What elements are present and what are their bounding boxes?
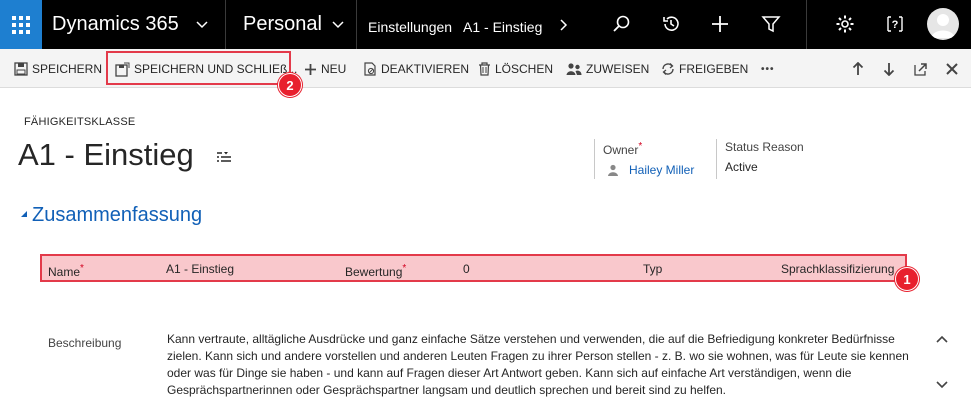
type-field-value[interactable]: Sprachklassifizierung — [781, 262, 894, 276]
save-and-close-highlight — [106, 51, 291, 85]
section-summary-toggle[interactable]: Zusammenfassung — [19, 203, 202, 227]
save-label: SPEICHERN — [32, 62, 103, 76]
name-field-value[interactable]: A1 - Einstieg — [166, 262, 234, 276]
plus-icon[interactable] — [708, 12, 732, 36]
owner-field[interactable]: Owner* Hailey Miller — [594, 139, 698, 179]
app-title[interactable]: Dynamics 365 — [52, 12, 179, 36]
more-commands-button[interactable]: ••• — [761, 60, 775, 78]
deactivate-button[interactable]: DEAKTIVIEREN — [364, 60, 469, 78]
top-nav-bar: Dynamics 365 Personal Einstellungen A1 -… — [0, 0, 971, 49]
page-title: A1 - Einstieg — [18, 137, 194, 172]
breadcrumb-record[interactable]: A1 - Einstieg — [463, 19, 542, 35]
rating-field-label: Bewertung* — [345, 263, 407, 279]
scroll-up-chevron-icon — [936, 335, 948, 343]
form-selector-icon[interactable] — [215, 150, 233, 169]
waffle-icon — [12, 15, 30, 34]
assign-label: ZUWEISEN — [586, 62, 650, 76]
search-icon[interactable] — [609, 12, 633, 36]
share-button[interactable]: FREIGEBEN — [661, 60, 748, 78]
description-label: Beschreibung — [48, 336, 122, 350]
user-icon — [608, 164, 618, 176]
gear-icon[interactable] — [833, 12, 857, 36]
next-record-arrow-icon[interactable] — [883, 60, 899, 78]
rating-field-value[interactable]: 0 — [463, 262, 470, 276]
delete-label: LÖSCHEN — [495, 62, 554, 76]
nav-divider — [806, 0, 807, 49]
assign-button[interactable]: ZUWEISEN — [566, 60, 649, 78]
user-avatar[interactable] — [927, 8, 959, 40]
owner-link[interactable]: Hailey Miller — [629, 162, 697, 178]
status-reason-value: Active — [725, 160, 758, 174]
close-icon[interactable] — [945, 60, 963, 78]
previous-record-arrow-icon[interactable] — [852, 60, 868, 78]
new-button[interactable]: NEU — [304, 60, 346, 78]
history-icon[interactable] — [659, 12, 683, 36]
status-reason-label: Status Reason — [725, 140, 804, 154]
svg-text:?: ? — [892, 19, 899, 31]
share-icon — [662, 63, 674, 75]
app-launcher-button[interactable] — [0, 0, 42, 49]
area-title[interactable]: Personal — [243, 12, 322, 36]
save-button[interactable]: SPEICHERN — [14, 60, 102, 78]
nav-divider — [225, 0, 226, 49]
pop-out-icon[interactable] — [914, 60, 932, 78]
users-icon — [566, 63, 582, 75]
scroll-down-chevron-icon — [936, 381, 948, 389]
type-field-label: Typ — [643, 262, 663, 276]
callout-badge-1: 1 — [895, 267, 919, 291]
trash-icon — [479, 62, 490, 76]
share-label: FREIGEBEN — [679, 62, 749, 76]
description-textarea[interactable]: Kann vertraute, alltägliche Ausdrücke un… — [167, 331, 929, 399]
entity-type-label: FÄHIGKEITSKLASSE — [24, 116, 136, 128]
callout-badge-2: 2 — [278, 73, 302, 97]
collapse-triangle-icon — [21, 211, 27, 217]
help-icon[interactable]: ? — [883, 12, 907, 36]
status-reason-field: Status Reason Active — [716, 139, 826, 179]
required-marker: * — [638, 141, 643, 152]
filter-icon[interactable] — [759, 12, 783, 36]
summary-fields-highlight: Name* A1 - Einstieg Bewertung* 0 Typ Spr… — [40, 254, 907, 282]
name-field-label: Name* — [48, 263, 84, 279]
owner-label: Owner — [603, 143, 639, 157]
save-icon — [14, 62, 28, 76]
nav-divider — [356, 0, 357, 49]
description-scrollbar[interactable] — [934, 330, 950, 396]
deactivate-label: DEAKTIVIEREN — [381, 62, 470, 76]
section-title: Zusammenfassung — [32, 204, 203, 226]
plus-icon — [305, 63, 316, 75]
delete-button[interactable]: LÖSCHEN — [478, 60, 553, 78]
app-chevron-down-icon[interactable] — [196, 18, 208, 32]
area-chevron-down-icon[interactable] — [332, 18, 344, 32]
breadcrumb-chevron-right-icon[interactable] — [558, 19, 568, 33]
breadcrumb-settings[interactable]: Einstellungen — [368, 19, 452, 35]
deactivate-icon — [364, 62, 376, 76]
new-label: NEU — [321, 62, 347, 76]
